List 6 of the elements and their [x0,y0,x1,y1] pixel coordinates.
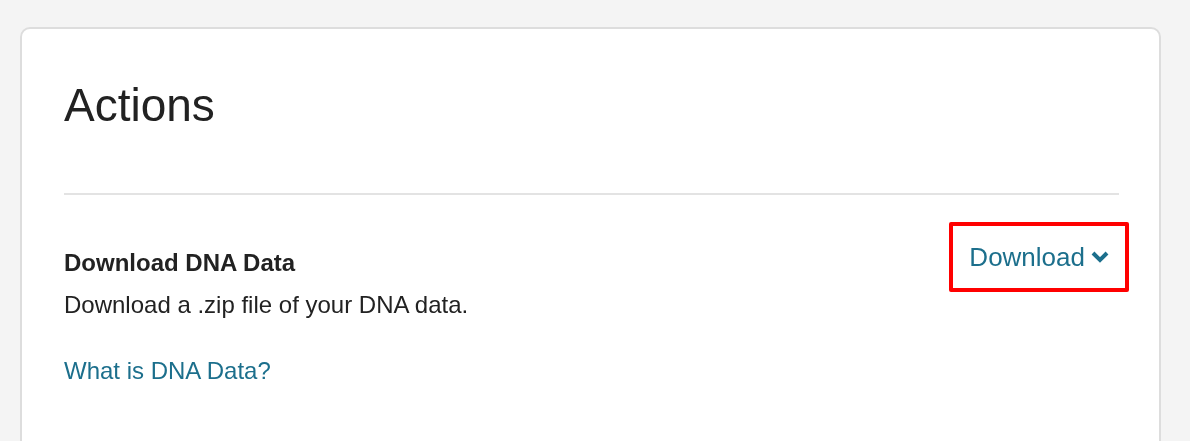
help-link[interactable]: What is DNA Data? [64,353,271,389]
chevron-down-icon [1091,251,1109,263]
action-description: Download a .zip file of your DNA data. [64,290,469,320]
download-dropdown-button[interactable]: Download [949,222,1129,292]
action-title: Download DNA Data [64,248,296,278]
section-title: Actions [64,78,215,133]
